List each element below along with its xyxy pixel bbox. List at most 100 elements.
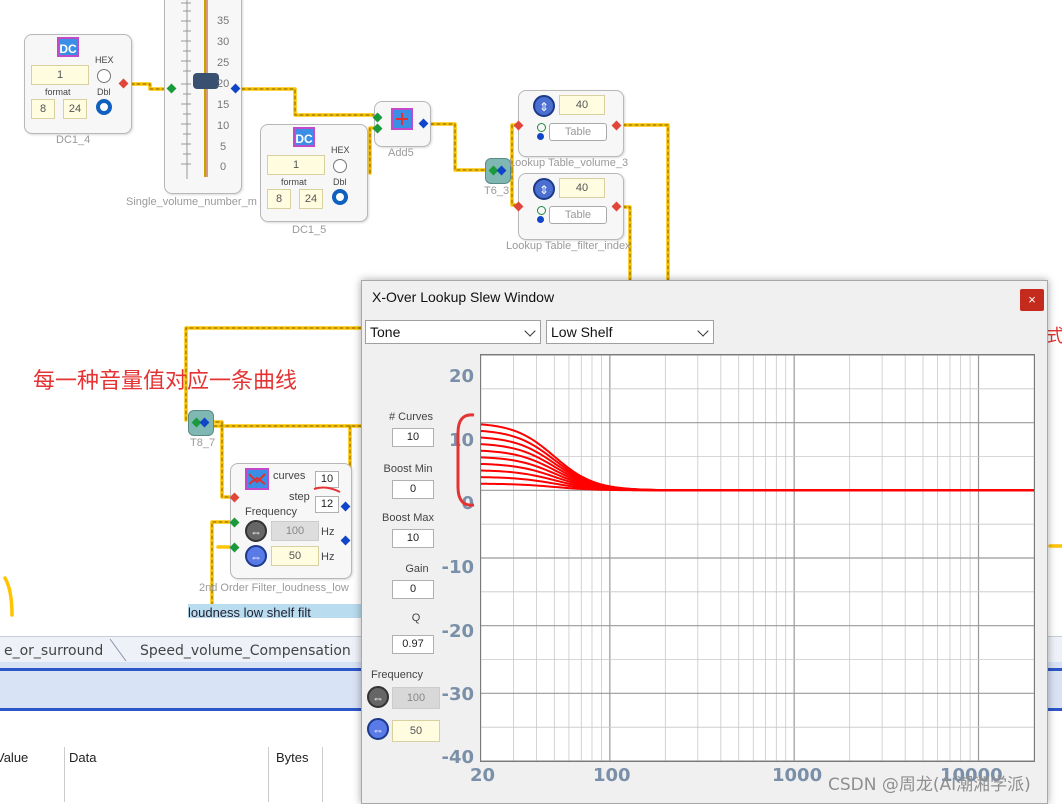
window-title: X-Over Lookup Slew Window xyxy=(372,289,555,305)
slider-tick-35: 35 xyxy=(217,15,230,27)
dbl-label: Dbl xyxy=(333,177,347,187)
category-dropdown-value: Tone xyxy=(370,324,401,340)
adder-icon xyxy=(391,108,413,130)
y-tick-label: -30 xyxy=(441,684,474,705)
slider-scale xyxy=(181,0,208,179)
q-field[interactable]: 0.97 xyxy=(392,635,434,654)
frequency-field-1[interactable]: 100 xyxy=(271,521,319,541)
column-header-bytes[interactable]: Bytes xyxy=(276,750,309,765)
x-tick-label: 100 xyxy=(593,765,631,786)
xover-lookup-slew-window[interactable]: X-Over Lookup Slew Window × Tone Low She… xyxy=(361,280,1048,804)
dbl-radio[interactable] xyxy=(332,189,348,205)
dbl-label: Dbl xyxy=(97,87,111,97)
lookup-icon: ⇕ xyxy=(533,178,555,200)
second-order-filter-block[interactable]: curves 10 step 12 Frequency ⇔ 100 Hz ⇔ 5… xyxy=(230,463,352,579)
format-label: format xyxy=(281,177,307,187)
hz-label: Hz xyxy=(321,526,335,538)
format-field-a[interactable]: 8 xyxy=(267,189,291,209)
table-button[interactable]: Table xyxy=(549,123,607,141)
slider-tick-15: 15 xyxy=(217,99,230,111)
slider-thumb[interactable] xyxy=(193,73,219,89)
frequency-label: Frequency xyxy=(371,669,423,681)
t6-3-node[interactable] xyxy=(485,158,511,184)
t8-7-label: T8_7 xyxy=(190,437,216,449)
lookup-volume-block[interactable]: ⇕ 40 Table xyxy=(518,90,624,157)
filter-type-dropdown-value: Low Shelf xyxy=(551,324,613,340)
step-field[interactable]: 12 xyxy=(315,496,339,513)
dc1-5-label: DC1_5 xyxy=(292,224,327,236)
step-label: step xyxy=(289,491,310,503)
tab-surround[interactable]: e_or_surround xyxy=(0,640,115,662)
dc-value-field[interactable]: 1 xyxy=(267,155,325,175)
slider-tick-20: 20 xyxy=(217,78,230,90)
hex-radio[interactable] xyxy=(97,69,111,83)
lookup-icon: ⇕ xyxy=(533,95,555,117)
frequency-label: Frequency xyxy=(245,506,297,518)
loudness-strip: loudness low shelf filt xyxy=(188,604,361,618)
status-dot xyxy=(537,216,544,223)
filter-shape-icon xyxy=(248,473,266,485)
gain-field[interactable]: 0 xyxy=(392,580,434,599)
boost-max-field[interactable]: 10 xyxy=(392,529,434,548)
format-label: format xyxy=(45,87,71,97)
dc-source-icon: DC xyxy=(293,127,315,147)
y-tick-label: -10 xyxy=(441,557,474,578)
dc-value-field[interactable]: 1 xyxy=(31,65,89,85)
plot-grid xyxy=(481,355,1034,761)
lookup-value-field[interactable]: 40 xyxy=(559,95,605,115)
filter-type-dropdown[interactable]: Low Shelf xyxy=(546,320,714,344)
format-field-a[interactable]: 8 xyxy=(31,99,55,119)
column-header-value[interactable]: Value xyxy=(0,750,28,765)
volume-slider-block[interactable]: 40 35 30 25 20 15 10 5 0 xyxy=(164,0,242,194)
format-field-b[interactable]: 24 xyxy=(299,189,323,209)
frequency-knob-icon[interactable]: ⇔ xyxy=(367,718,389,740)
category-dropdown[interactable]: Tone xyxy=(365,320,541,344)
handwritten-mark xyxy=(313,486,341,493)
frequency-field-2[interactable]: 50 xyxy=(392,720,440,742)
tab-speed-volume-compensation[interactable]: Speed_volume_Compensation xyxy=(128,640,363,662)
format-field-b[interactable]: 24 xyxy=(63,99,87,119)
csdn-watermark: CSDN @周龙(AI潮湘学派) xyxy=(828,775,1031,795)
response-curve-9 xyxy=(481,429,1034,492)
t6-3-label: T6_3 xyxy=(484,185,510,197)
curves-label: curves xyxy=(273,470,306,482)
frequency-knob-icon[interactable]: ⇔ xyxy=(245,545,267,567)
response-plot-svg xyxy=(481,355,1034,761)
frequency-knob-icon[interactable]: ⇔ xyxy=(367,686,389,708)
hz-label: Hz xyxy=(321,551,335,563)
edge-annotation-char: 式 xyxy=(1046,326,1062,347)
slider-tick-25: 25 xyxy=(217,57,230,69)
boost-min-label: Boost Min xyxy=(383,463,433,475)
chevron-down-icon xyxy=(524,325,536,337)
frequency-field-2[interactable]: 50 xyxy=(271,546,319,566)
annotation-text: 每一种音量值对应一条曲线 xyxy=(33,369,298,394)
lookup-filter-label: Lookup Table_filter_index xyxy=(506,240,631,252)
column-divider xyxy=(268,747,269,802)
column-header-data[interactable]: Data xyxy=(69,750,96,765)
x-tick-label: 1000 xyxy=(772,765,823,786)
curves-count-label: # Curves xyxy=(388,411,434,423)
response-plot[interactable] xyxy=(480,354,1035,762)
t8-7-node[interactable] xyxy=(188,410,214,436)
column-divider xyxy=(322,747,323,802)
status-dot xyxy=(537,206,546,215)
curves-count-field[interactable]: 10 xyxy=(392,428,434,447)
dbl-radio[interactable] xyxy=(96,99,112,115)
lookup-value-field[interactable]: 40 xyxy=(559,178,605,198)
dc1-4-block[interactable]: DC 1 format 8 24 HEX Dbl xyxy=(24,34,132,134)
table-button[interactable]: Table xyxy=(549,206,607,224)
slider-tick-10: 10 xyxy=(217,120,230,132)
frequency-knob-icon[interactable]: ⇔ xyxy=(245,520,267,542)
hex-radio[interactable] xyxy=(333,159,347,173)
boost-min-field[interactable]: 0 xyxy=(392,480,434,499)
x-tick-label: 20 xyxy=(470,765,496,786)
add5-label: Add5 xyxy=(388,147,414,159)
close-button[interactable]: × xyxy=(1020,289,1044,311)
chevron-down-icon xyxy=(697,325,709,337)
lookup-filter-block[interactable]: ⇕ 40 Table xyxy=(518,173,624,240)
y-tick-label: -40 xyxy=(441,747,474,768)
slider-tick-30: 30 xyxy=(217,36,230,48)
response-curves xyxy=(481,423,1034,492)
dc1-5-block[interactable]: DC 1 format 8 24 HEX Dbl xyxy=(260,124,368,222)
slider-tick-0: 0 xyxy=(220,161,227,173)
